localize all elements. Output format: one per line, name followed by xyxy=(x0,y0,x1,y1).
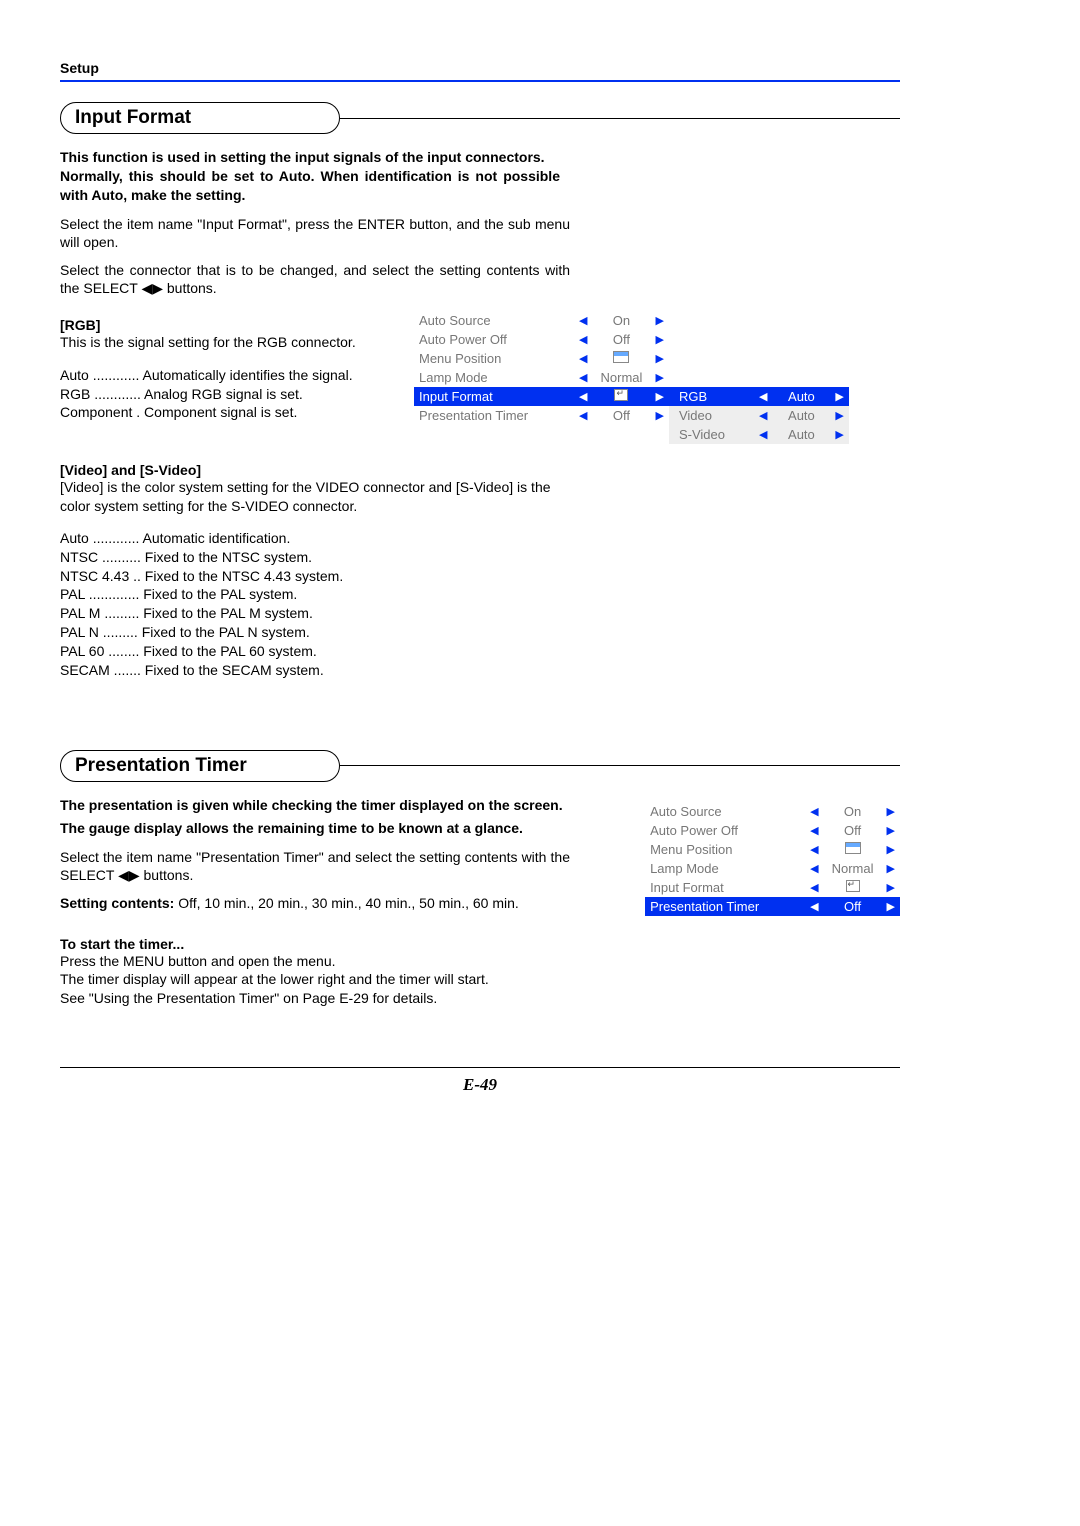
video-heading: [Video] and [S-Video] xyxy=(60,462,900,478)
rgb-heading: [RGB] xyxy=(60,317,410,333)
table-row: Input Format◀▶RGB◀Auto▶ xyxy=(414,387,849,406)
submenu-icon xyxy=(846,880,860,892)
section-presentation-timer-title: Presentation Timer xyxy=(60,750,900,782)
input-format-intro: This function is used in setting the inp… xyxy=(60,148,560,205)
input-format-body2: Select the connector that is to be chang… xyxy=(60,261,570,297)
page-number: E-49 xyxy=(60,1075,900,1095)
pt-settings-val: Off, 10 min., 20 min., 30 min., 40 min.,… xyxy=(174,895,518,911)
setup-header: Setup xyxy=(60,60,900,82)
table-row: Menu Position◀▶ xyxy=(414,349,849,368)
table-row: Auto Source◀On▶ xyxy=(414,311,849,330)
list-item: RGB ............ Analog RGB signal is se… xyxy=(60,385,410,404)
table-row: Lamp Mode◀Normal▶ xyxy=(414,368,849,387)
table-row: Auto Power Off◀Off▶ xyxy=(414,330,849,349)
rgb-list: Auto ............ Automatically identifi… xyxy=(60,366,410,423)
pt-intro2: The gauge display allows the remaining t… xyxy=(60,819,570,838)
osd-input-format: Auto Source◀On▶Auto Power Off◀Off▶Menu P… xyxy=(414,311,849,444)
section-title-input-format: Input Format xyxy=(60,102,340,134)
table-row: Auto Source◀On▶ xyxy=(645,802,900,821)
bottom-rule xyxy=(60,1067,900,1068)
list-item: Auto ............ Automatic identificati… xyxy=(60,529,900,548)
section-title-presentation-timer: Presentation Timer xyxy=(60,750,340,782)
list-item: PAL 60 ........ Fixed to the PAL 60 syst… xyxy=(60,642,900,661)
pt-settings: Setting contents: Off, 10 min., 20 min.,… xyxy=(60,894,600,912)
video-desc: [Video] is the color system setting for … xyxy=(60,478,570,514)
window-icon xyxy=(845,842,861,854)
list-item: Auto ............ Automatically identifi… xyxy=(60,366,410,385)
window-icon xyxy=(613,351,629,363)
pt-start-l2: The timer display will appear at the low… xyxy=(60,970,600,988)
list-item: NTSC 4.43 .. Fixed to the NTSC 4.43 syst… xyxy=(60,567,900,586)
list-item: PAL N ......... Fixed to the PAL N syste… xyxy=(60,623,900,642)
pt-start-l3: See "Using the Presentation Timer" on Pa… xyxy=(60,989,600,1007)
submenu-icon xyxy=(614,389,628,401)
section-input-format-title: Input Format xyxy=(60,102,900,134)
table-row: S-Video◀Auto▶ xyxy=(414,425,849,444)
rgb-desc: This is the signal setting for the RGB c… xyxy=(60,333,410,351)
osd-presentation-timer: Auto Source◀On▶Auto Power Off◀Off▶Menu P… xyxy=(645,802,900,916)
section-title-line-2 xyxy=(340,765,900,766)
table-row: Presentation Timer◀Off▶Video◀Auto▶ xyxy=(414,406,849,425)
section-title-line xyxy=(340,118,900,119)
table-row: Input Format◀▶ xyxy=(645,878,900,897)
pt-body: Select the item name "Presentation Timer… xyxy=(60,848,570,884)
list-item: PAL M ......... Fixed to the PAL M syste… xyxy=(60,604,900,623)
list-item: NTSC .......... Fixed to the NTSC system… xyxy=(60,548,900,567)
table-row: Auto Power Off◀Off▶ xyxy=(645,821,900,840)
video-list: Auto ............ Automatic identificati… xyxy=(60,529,900,680)
table-row: Menu Position◀▶ xyxy=(645,840,900,859)
list-item: Component . Component signal is set. xyxy=(60,403,410,422)
pt-settings-label: Setting contents: xyxy=(60,895,174,911)
input-format-body1: Select the item name "Input Format", pre… xyxy=(60,215,570,251)
table-row: Presentation Timer◀Off▶ xyxy=(645,897,900,916)
pt-intro1: The presentation is given while checking… xyxy=(60,796,570,815)
list-item: PAL ............. Fixed to the PAL syste… xyxy=(60,585,900,604)
list-item: SECAM ....... Fixed to the SECAM system. xyxy=(60,661,900,680)
pt-start-l1: Press the MENU button and open the menu. xyxy=(60,952,600,970)
pt-start-head: To start the timer... xyxy=(60,936,600,952)
table-row: Lamp Mode◀Normal▶ xyxy=(645,859,900,878)
